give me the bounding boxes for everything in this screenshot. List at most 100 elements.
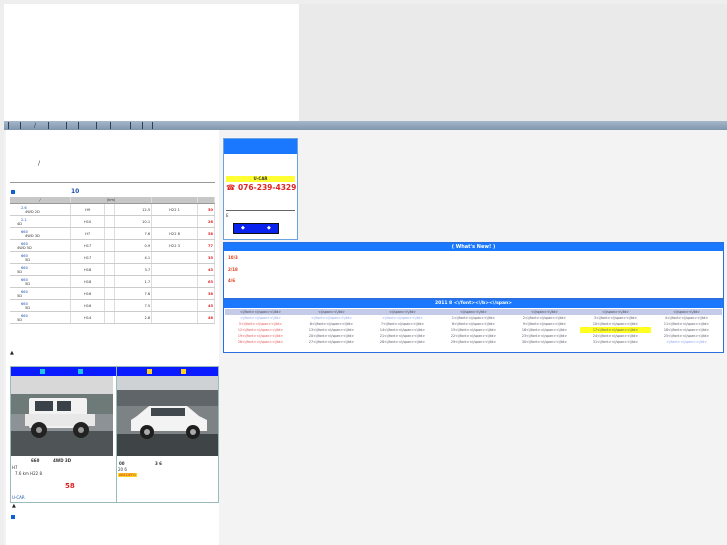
table-row[interactable]: 2.6 4WD 2D H9 12.5 H22 1 50 [10, 203, 215, 216]
calendar-day[interactable]: 26<\/font><\/span><\/td> [225, 339, 296, 345]
car-body-type: 4WD 3D [25, 233, 40, 238]
car-name[interactable]: 660 4WD 3D [10, 227, 71, 240]
car-price: 35 [197, 251, 215, 264]
car-mileage: 7.8 [114, 287, 153, 300]
car-price: 77 [197, 239, 215, 252]
car-name[interactable]: 660 5D [10, 263, 71, 276]
intro-slash: / [38, 160, 41, 167]
car-name[interactable]: 660 5D [10, 275, 71, 288]
car-year: H16 [70, 287, 106, 300]
news-item[interactable]: 10/3 [228, 255, 238, 260]
table-row[interactable]: 660 4WD 3D H7 7.6 H22 8 58 [10, 227, 215, 240]
car-inspection: H22 8 [151, 227, 198, 240]
nav-separator [20, 122, 21, 129]
car-year: H16 [70, 299, 106, 312]
contact-button[interactable]: ◆ ◆ [233, 223, 279, 234]
nav-separator [8, 122, 9, 129]
table-row[interactable]: 660 5D H18 1.7 63 [10, 275, 215, 288]
phone-number[interactable]: ☎ 076-239-4329 [226, 183, 296, 192]
calendar-day[interactable]: 31<\/font><\/span><\/td> [580, 339, 651, 345]
car-inspection [151, 311, 198, 324]
car-blank [104, 239, 116, 252]
header-slash: / [39, 198, 41, 202]
table-row[interactable]: 660 5D H14 2.8 48 [10, 311, 215, 324]
nav-slash: / [34, 122, 37, 129]
car-mileage: 7.6 [114, 227, 153, 240]
car-mileage: 2.8 [114, 311, 153, 324]
table-row[interactable]: 660 4WD 5D H17 0.9 H22 3 77 [10, 239, 215, 252]
nav-bar: / [4, 121, 727, 130]
car-blank [104, 263, 116, 276]
car-price: 50 [197, 203, 215, 216]
table-row[interactable]: 2.1 4D H10 10.1 28 [10, 215, 215, 228]
car-name[interactable]: 660 5D [10, 311, 71, 324]
car-mileage: 1.7 [114, 275, 153, 288]
table-row[interactable]: 660 5D H18 3.7 43 [10, 263, 215, 276]
nav-item-link[interactable] [130, 122, 131, 129]
table-row[interactable]: 660 5D H17 4.1 35 [10, 251, 215, 264]
nav-item-link[interactable] [142, 122, 143, 129]
table-row[interactable]: 660 5D H16 7.8 38 [10, 287, 215, 300]
car-year: H18 [70, 263, 106, 276]
nav-item-link[interactable] [66, 122, 67, 129]
ucar-link[interactable]: U-CAR [12, 495, 25, 500]
car-photo[interactable] [11, 376, 113, 456]
calendar-day[interactable]: <\/font><\/span><\/td> [651, 339, 722, 345]
car-photo[interactable] [117, 376, 218, 456]
card-detail: 7.6 km H22 8 [15, 471, 43, 476]
car-mileage: 10.1 [114, 215, 153, 228]
news-item[interactable]: 2/18 [228, 267, 238, 272]
car-name[interactable]: 2.6 4WD 2D [10, 203, 71, 216]
calendar-day[interactable]: 29<\/font><\/span><\/td> [438, 339, 509, 345]
car-body-type: 5D [17, 293, 23, 298]
car-price: 45 [197, 299, 215, 312]
page-top-arrow-icon[interactable]: ▲ [12, 503, 16, 509]
car-inspection [151, 299, 198, 312]
contact-box: U-CAR ☎ 076-239-4329 E ◆ ◆ [223, 138, 298, 240]
car-body-type: 5D [25, 305, 31, 310]
car-year: H14 [70, 311, 106, 324]
car-name[interactable]: 660 4WD 5D [10, 239, 71, 252]
car-body-type: 5D [25, 257, 31, 262]
calendar-title: 2011 8 <\/font><\/b><\/span> [224, 300, 723, 308]
car-price: 28 [197, 215, 215, 228]
car-inspection [151, 263, 198, 276]
page-top-arrow-icon[interactable]: ▲ [10, 350, 14, 356]
nav-item-link[interactable] [78, 122, 79, 129]
badge-icon [78, 369, 83, 374]
table-row[interactable]: 660 5D H16 7.5 45 [10, 299, 215, 312]
car-blank [104, 203, 116, 216]
car-name[interactable]: 2.1 4D [10, 215, 71, 228]
card-title: 660 [31, 458, 40, 463]
nav-item-link[interactable] [96, 122, 97, 129]
car-body-type: 5D [17, 269, 23, 274]
calendar-day[interactable]: 28<\/font><\/span><\/td> [367, 339, 438, 345]
news-item[interactable]: 4/6 [228, 278, 235, 283]
jimny-photo-image [11, 376, 113, 456]
car-name[interactable]: 660 5D [10, 251, 71, 264]
featured-car-card[interactable]: 00 3 6 20 6 ABCDEFG [116, 366, 219, 503]
card-year: 20 6 [118, 467, 127, 472]
card-header [117, 367, 218, 376]
calendar-table: <\/font><\/span><\/td> <\/span><\/td> <\/s… [225, 309, 722, 345]
nav-item-link[interactable] [152, 122, 153, 129]
nav-item-link[interactable] [48, 122, 49, 129]
car-mileage: 7.5 [114, 299, 153, 312]
car-inspection [151, 287, 198, 300]
calendar-day[interactable]: 27<\/font><\/span><\/td> [296, 339, 367, 345]
car-blank [104, 311, 116, 324]
car-name[interactable]: 660 5D [10, 287, 71, 300]
card-price: 58 [65, 482, 75, 490]
page: / / 10 / (km) 2.6 4WD 2D H9 12.5 H22 1 50 2.1 4… [4, 4, 727, 545]
car-inspection [151, 251, 198, 264]
whats-new-panel: ( What's New! ) 10/3 2/18 4/6 [223, 242, 724, 299]
calendar-week-row: 26<\/font><\/span><\/td> 27<\/font><\/spa… [225, 339, 722, 345]
divider [226, 210, 295, 211]
car-year: H10 [70, 215, 106, 228]
nav-item-link[interactable] [110, 122, 111, 129]
car-name[interactable]: 660 5D [10, 299, 71, 312]
card-stamp-badge: ABCDEFG [118, 473, 137, 477]
calendar-day[interactable]: 30<\/font><\/span><\/td> [509, 339, 580, 345]
car-price: 48 [197, 311, 215, 324]
card-year: H7 [12, 465, 18, 470]
